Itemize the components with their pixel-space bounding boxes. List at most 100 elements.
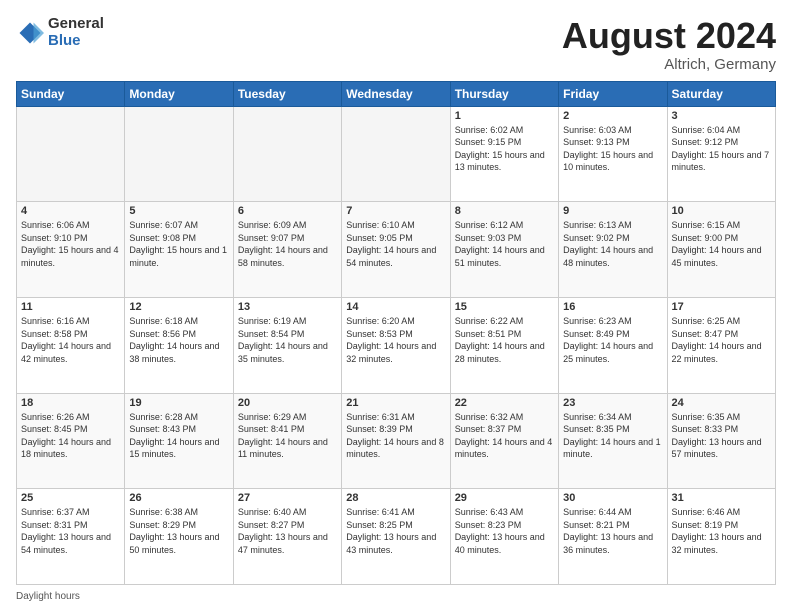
calendar-cell: 8 Sunrise: 6:12 AM Sunset: 9:03 PM Daylig… [450,202,558,298]
day-info: Sunrise: 6:06 AM Sunset: 9:10 PM Dayligh… [21,219,120,269]
day-number: 11 [21,301,120,313]
day-info: Sunrise: 6:29 AM Sunset: 8:41 PM Dayligh… [238,411,337,461]
calendar-cell: 28 Sunrise: 6:41 AM Sunset: 8:25 PM Dayli… [342,489,450,585]
day-number: 16 [563,301,662,313]
day-number: 18 [21,397,120,409]
day-number: 22 [455,397,554,409]
calendar-cell [17,106,125,202]
day-info: Sunrise: 6:16 AM Sunset: 8:58 PM Dayligh… [21,315,120,365]
day-info: Sunrise: 6:41 AM Sunset: 8:25 PM Dayligh… [346,506,445,556]
day-info: Sunrise: 6:26 AM Sunset: 8:45 PM Dayligh… [21,411,120,461]
day-number: 31 [672,492,771,504]
calendar-cell: 1Sunrise: 6:02 AM Sunset: 9:15 PM Daylig… [450,106,558,202]
day-number: 28 [346,492,445,504]
calendar-cell: 21Sunrise: 6:31 AM Sunset: 8:39 PM Dayli… [342,393,450,489]
day-info: Sunrise: 6:09 AM Sunset: 9:07 PM Dayligh… [238,219,337,269]
calendar-cell: 19Sunrise: 6:28 AM Sunset: 8:43 PM Dayli… [125,393,233,489]
day-number: 9 [563,205,662,217]
day-info: Sunrise: 6:20 AM Sunset: 8:53 PM Dayligh… [346,315,445,365]
day-info: Sunrise: 6:31 AM Sunset: 8:39 PM Dayligh… [346,411,445,461]
day-info: Sunrise: 6:13 AM Sunset: 9:02 PM Dayligh… [563,219,662,269]
day-number: 2 [563,110,662,122]
day-number: 4 [21,205,120,217]
calendar-cell: 7 Sunrise: 6:10 AM Sunset: 9:05 PM Daylig… [342,202,450,298]
page-header: General Blue August 2024 Altrich, German… [16,16,776,73]
day-number: 13 [238,301,337,313]
calendar-title: August 2024 [562,16,776,56]
day-number: 26 [129,492,228,504]
calendar-cell: 27 Sunrise: 6:40 AM Sunset: 8:27 PM Dayli… [233,489,341,585]
day-info: Sunrise: 6:34 AM Sunset: 8:35 PM Dayligh… [563,411,662,461]
calendar-cell: 9 Sunrise: 6:13 AM Sunset: 9:02 PM Daylig… [559,202,667,298]
day-info: Sunrise: 6:35 AM Sunset: 8:33 PM Dayligh… [672,411,771,461]
day-info: Sunrise: 6:03 AM Sunset: 9:13 PM Dayligh… [563,124,662,174]
day-info: Sunrise: 6:44 AM Sunset: 8:21 PM Dayligh… [563,506,662,556]
day-number: 12 [129,301,228,313]
calendar-day-header: Monday [125,81,233,106]
day-number: 17 [672,301,771,313]
day-number: 8 [455,205,554,217]
calendar-cell: 11 Sunrise: 6:16 AM Sunset: 8:58 PM Dayli… [17,297,125,393]
calendar-cell: 6 Sunrise: 6:09 AM Sunset: 9:07 PM Daylig… [233,202,341,298]
day-info: Sunrise: 6:10 AM Sunset: 9:05 PM Dayligh… [346,219,445,269]
calendar-cell: 14 Sunrise: 6:20 AM Sunset: 8:53 PM Dayli… [342,297,450,393]
day-number: 3 [672,110,771,122]
day-info: Sunrise: 6:18 AM Sunset: 8:56 PM Dayligh… [129,315,228,365]
calendar-cell: 5Sunrise: 6:07 AM Sunset: 9:08 PM Daylig… [125,202,233,298]
day-info: Sunrise: 6:07 AM Sunset: 9:08 PM Dayligh… [129,219,228,269]
day-number: 1 [455,110,554,122]
calendar-day-header: Saturday [667,81,775,106]
day-number: 14 [346,301,445,313]
day-info: Sunrise: 6:04 AM Sunset: 9:12 PM Dayligh… [672,124,771,174]
day-number: 6 [238,205,337,217]
calendar-week-row: 4 Sunrise: 6:06 AM Sunset: 9:10 PM Daylig… [17,202,776,298]
calendar-cell [342,106,450,202]
calendar-cell [125,106,233,202]
calendar-cell: 3 Sunrise: 6:04 AM Sunset: 9:12 PM Daylig… [667,106,775,202]
calendar-week-row: 1Sunrise: 6:02 AM Sunset: 9:15 PM Daylig… [17,106,776,202]
calendar-week-row: 25 Sunrise: 6:37 AM Sunset: 8:31 PM Dayli… [17,489,776,585]
calendar-cell: 31Sunrise: 6:46 AM Sunset: 8:19 PM Dayli… [667,489,775,585]
logo-general-text: General [48,16,104,33]
calendar-day-header: Sunday [17,81,125,106]
day-number: 27 [238,492,337,504]
day-number: 7 [346,205,445,217]
calendar-cell: 17 Sunrise: 6:25 AM Sunset: 8:47 PM Dayli… [667,297,775,393]
day-number: 19 [129,397,228,409]
day-number: 25 [21,492,120,504]
day-number: 23 [563,397,662,409]
day-info: Sunrise: 6:43 AM Sunset: 8:23 PM Dayligh… [455,506,554,556]
daylight-hours-label: Daylight hours [16,591,80,602]
day-info: Sunrise: 6:40 AM Sunset: 8:27 PM Dayligh… [238,506,337,556]
calendar-location: Altrich, Germany [562,56,776,73]
calendar-cell: 18 Sunrise: 6:26 AM Sunset: 8:45 PM Dayli… [17,393,125,489]
day-number: 24 [672,397,771,409]
logo: General Blue [16,16,104,49]
calendar-week-row: 18 Sunrise: 6:26 AM Sunset: 8:45 PM Dayli… [17,393,776,489]
calendar-cell: 2 Sunrise: 6:03 AM Sunset: 9:13 PM Daylig… [559,106,667,202]
day-info: Sunrise: 6:22 AM Sunset: 8:51 PM Dayligh… [455,315,554,365]
logo-blue-text: Blue [48,33,104,50]
logo-icon [16,19,44,47]
day-info: Sunrise: 6:37 AM Sunset: 8:31 PM Dayligh… [21,506,120,556]
day-number: 29 [455,492,554,504]
calendar-cell: 24 Sunrise: 6:35 AM Sunset: 8:33 PM Dayli… [667,393,775,489]
calendar-cell: 16Sunrise: 6:23 AM Sunset: 8:49 PM Dayli… [559,297,667,393]
day-number: 30 [563,492,662,504]
calendar-cell: 13 Sunrise: 6:19 AM Sunset: 8:54 PM Dayli… [233,297,341,393]
title-block: August 2024 Altrich, Germany [562,16,776,73]
calendar-cell: 30 Sunrise: 6:44 AM Sunset: 8:21 PM Dayli… [559,489,667,585]
calendar-cell: 15 Sunrise: 6:22 AM Sunset: 8:51 PM Dayli… [450,297,558,393]
calendar-cell: 23 Sunrise: 6:34 AM Sunset: 8:35 PM Dayli… [559,393,667,489]
day-number: 10 [672,205,771,217]
calendar-cell: 29 Sunrise: 6:43 AM Sunset: 8:23 PM Dayli… [450,489,558,585]
day-number: 15 [455,301,554,313]
day-info: Sunrise: 6:25 AM Sunset: 8:47 PM Dayligh… [672,315,771,365]
day-info: Sunrise: 6:38 AM Sunset: 8:29 PM Dayligh… [129,506,228,556]
calendar-cell: 12 Sunrise: 6:18 AM Sunset: 8:56 PM Dayli… [125,297,233,393]
day-info: Sunrise: 6:12 AM Sunset: 9:03 PM Dayligh… [455,219,554,269]
day-info: Sunrise: 6:19 AM Sunset: 8:54 PM Dayligh… [238,315,337,365]
calendar-table: SundayMondayTuesdayWednesdayThursdayFrid… [16,81,776,585]
day-number: 20 [238,397,337,409]
calendar-day-header: Wednesday [342,81,450,106]
